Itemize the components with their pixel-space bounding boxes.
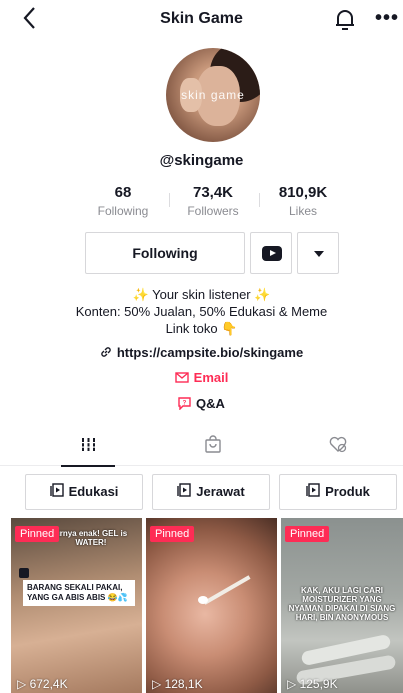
- pinned-badge: Pinned: [285, 526, 330, 542]
- video-thumbnail[interactable]: urnya enak! GEL is WATER! BARANG SEKALI …: [11, 518, 142, 693]
- stat-likes[interactable]: 810,9K Likes: [272, 184, 334, 218]
- stat-following[interactable]: 68 Following: [92, 184, 154, 218]
- playlist-label: Produk: [325, 484, 370, 499]
- svg-text:?: ?: [183, 400, 187, 406]
- qa-label: Q&A: [196, 396, 225, 411]
- youtube-icon: [262, 246, 282, 261]
- stat-followers[interactable]: 73,4K Followers: [180, 184, 246, 218]
- bio-link-text: https://campsite.bio/skingame: [116, 345, 304, 360]
- playlist-edukasi-button[interactable]: Edukasi: [25, 474, 143, 510]
- stat-divider: [259, 193, 260, 207]
- video-overlay-text: KAK, AKU LAGI CARI MOISTURIZER YANG NYAM…: [288, 586, 396, 622]
- stat-value: 73,4K: [192, 184, 234, 201]
- tiktok-icon: [19, 568, 29, 578]
- bio-link[interactable]: https://campsite.bio/skingame: [0, 345, 403, 361]
- avatar-logo-text: skin game: [181, 88, 245, 102]
- pinned-badge: Pinned: [150, 526, 195, 542]
- playlist-label: Jerawat: [196, 484, 245, 499]
- view-count: ▷ 672,4K: [17, 677, 68, 691]
- stat-label: Following: [97, 204, 149, 218]
- stat-divider: [169, 193, 170, 207]
- suggested-accounts-button[interactable]: [297, 232, 339, 274]
- playlist-jerawat-button[interactable]: Jerawat: [152, 474, 270, 510]
- view-count-value: 672,4K: [29, 677, 68, 691]
- stat-label: Followers: [187, 204, 239, 218]
- email-icon: [174, 371, 189, 386]
- tab-videos[interactable]: [21, 424, 155, 467]
- stat-value: 810,9K: [278, 184, 328, 201]
- avatar[interactable]: skin game: [166, 48, 260, 142]
- qa-icon: ?: [178, 396, 191, 413]
- video-thumbnail[interactable]: Pinned ▷ 128,1K: [146, 518, 277, 693]
- view-count-value: 125,9K: [299, 677, 338, 691]
- more-options-icon[interactable]: •••: [375, 8, 399, 28]
- bio-line-1: ✨ Your skin listener ✨: [132, 287, 271, 302]
- username-handle: @skingame: [159, 152, 244, 169]
- qa-link[interactable]: ? Q&A: [0, 396, 403, 413]
- play-icon: ▷: [152, 677, 165, 691]
- dropdown-icon: [314, 251, 324, 257]
- video-caption: BARANG SEKALI PAKAI, YANG GA ABIS ABIS 😂…: [23, 580, 135, 606]
- view-count: ▷ 125,9K: [287, 677, 338, 691]
- tab-shop[interactable]: [146, 424, 280, 466]
- cotton-tip: [198, 596, 208, 604]
- playlist-label: Edukasi: [68, 484, 119, 499]
- pinned-badge: Pinned: [15, 526, 60, 542]
- tab-liked[interactable]: [270, 424, 403, 466]
- play-icon: ▷: [17, 677, 30, 691]
- heart-hidden-icon: [328, 436, 348, 458]
- bell-icon[interactable]: [334, 8, 356, 32]
- following-button[interactable]: Following: [85, 232, 245, 274]
- shop-bag-icon: [204, 435, 222, 458]
- playlist-produk-button[interactable]: Produk: [279, 474, 397, 510]
- stat-label: Likes: [288, 204, 317, 218]
- video-thumbnail[interactable]: KAK, AKU LAGI CARI MOISTURIZER YANG NYAM…: [281, 518, 403, 693]
- grid-icon: [81, 437, 96, 457]
- view-count-value: 128,1K: [164, 677, 203, 691]
- playlist-icon: [49, 476, 64, 510]
- bio-line-3: Link toko 👇: [165, 321, 238, 336]
- playlist-icon: [306, 476, 320, 510]
- top-bar: Skin Game •••: [0, 0, 403, 40]
- youtube-button[interactable]: [250, 232, 292, 274]
- bio-line-2: Konten: 50% Jualan, 50% Edukasi & Meme: [75, 304, 328, 319]
- cotton-swab: [203, 575, 251, 605]
- link-icon: [100, 346, 112, 361]
- play-icon: ▷: [287, 677, 300, 691]
- playlist-icon: [177, 476, 191, 510]
- content-tabs: [0, 424, 403, 467]
- email-label: Email: [193, 370, 229, 385]
- view-count: ▷ 128,1K: [152, 677, 203, 691]
- stat-value: 68: [114, 184, 132, 201]
- email-link[interactable]: Email: [0, 370, 403, 386]
